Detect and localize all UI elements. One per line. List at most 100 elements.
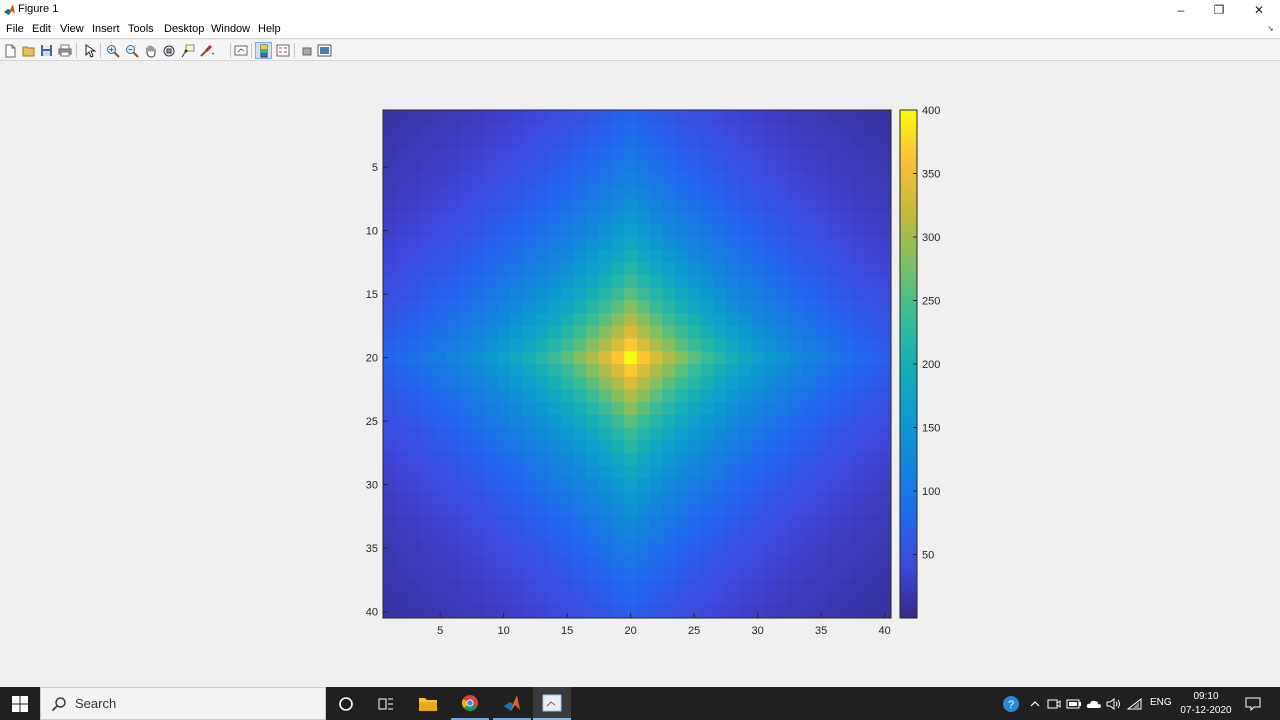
- battery-icon[interactable]: [1065, 695, 1083, 712]
- new-figure-icon[interactable]: [2, 42, 19, 59]
- menu-tools[interactable]: Tools: [128, 23, 154, 35]
- heatmap-cell: [522, 402, 536, 416]
- heatmap-chart[interactable]: 5 10 15 20 25 30 35 40 510152025303540 50100150…: [0, 62, 1280, 687]
- data-cursor-icon[interactable]: [179, 42, 196, 59]
- save-icon[interactable]: [38, 42, 55, 59]
- language-indicator[interactable]: ENG: [1150, 697, 1172, 708]
- close-button[interactable]: ✕: [1240, 0, 1278, 20]
- show-hidden-icons[interactable]: [1026, 695, 1044, 712]
- heatmap-cell: [637, 414, 651, 428]
- taskbar-clock[interactable]: 09:10 07-12-2020: [1176, 690, 1236, 718]
- onedrive-icon[interactable]: [1085, 695, 1103, 712]
- edit-plot-arrow-icon[interactable]: [81, 42, 98, 59]
- notification-center-icon[interactable]: [1244, 695, 1262, 712]
- heatmap-cell: [840, 351, 854, 365]
- heatmap-cell: [764, 605, 778, 619]
- heatmap-cell: [725, 579, 739, 593]
- link-plot-icon[interactable]: [232, 42, 249, 59]
- heatmap-cell: [624, 503, 638, 517]
- menu-insert[interactable]: Insert: [92, 23, 120, 35]
- heatmap-cell: [598, 198, 612, 212]
- heatmap-cell: [522, 427, 536, 441]
- heatmap-cell: [852, 491, 866, 505]
- heatmap-cell: [700, 376, 714, 390]
- heatmap-cell: [560, 135, 574, 149]
- heatmap-cell: [611, 338, 625, 352]
- print-icon[interactable]: [56, 42, 73, 59]
- cortana-icon[interactable]: [327, 687, 365, 720]
- heatmap-cell: [725, 160, 739, 174]
- rotate-3d-icon[interactable]: [160, 42, 177, 59]
- windows-start-button[interactable]: [0, 687, 40, 720]
- zoom-in-icon[interactable]: [104, 42, 121, 59]
- heatmap-cell: [510, 211, 524, 225]
- heatmap-cell: [675, 414, 689, 428]
- matlab-icon[interactable]: [493, 687, 531, 720]
- heatmap-cell: [421, 414, 435, 428]
- heatmap-cell: [687, 541, 701, 555]
- heatmap-cell: [738, 516, 752, 530]
- heatmap-cell: [598, 592, 612, 606]
- heatmap-cell: [687, 465, 701, 479]
- heatmap-cell: [459, 389, 473, 403]
- heatmap-cell: [852, 262, 866, 276]
- heatmap-cell: [865, 478, 879, 492]
- heatmap-cell: [510, 376, 524, 390]
- zoom-out-icon[interactable]: [123, 42, 140, 59]
- heatmap-cell: [484, 135, 498, 149]
- insert-legend-icon[interactable]: [274, 42, 291, 59]
- heatmap-cell: [573, 313, 587, 327]
- figure-toolbar: [0, 40, 1280, 61]
- brush-icon[interactable]: [198, 42, 215, 59]
- pan-hand-icon[interactable]: [142, 42, 159, 59]
- restore-button[interactable]: ❐: [1200, 0, 1238, 20]
- wifi-icon[interactable]: [1126, 695, 1144, 712]
- heatmap-cell: [687, 414, 701, 428]
- heatmap-cell: [852, 364, 866, 378]
- hide-plot-tools-icon[interactable]: [298, 42, 315, 59]
- heatmap-cell: [687, 592, 701, 606]
- heatmap-cell: [637, 440, 651, 454]
- heatmap-cell: [624, 541, 638, 555]
- heatmap-cell: [840, 402, 854, 416]
- heatmap-cell: [878, 351, 892, 365]
- menu-dock-arrow-icon[interactable]: ➘: [1267, 24, 1274, 33]
- figure-window-icon[interactable]: [533, 687, 571, 720]
- menu-desktop[interactable]: Desktop: [164, 23, 204, 35]
- menu-view[interactable]: View: [60, 23, 84, 35]
- chrome-icon[interactable]: [451, 687, 489, 720]
- heatmap-cell: [827, 211, 841, 225]
- heatmap-cell: [611, 516, 625, 530]
- title-bar[interactable]: Figure 1 – ❐ ✕: [0, 0, 1280, 20]
- heatmap-cell: [383, 364, 397, 378]
- heatmap-cell: [598, 186, 612, 200]
- minimize-button[interactable]: –: [1162, 0, 1200, 20]
- heatmap-cell: [433, 313, 447, 327]
- heatmap-cell: [713, 313, 727, 327]
- menu-help[interactable]: Help: [258, 23, 281, 35]
- help-icon[interactable]: ?: [1002, 695, 1020, 712]
- volume-icon[interactable]: [1105, 695, 1123, 712]
- heatmap-cell: [497, 427, 511, 441]
- heatmap-cell: [751, 567, 765, 581]
- heatmap-cell: [637, 122, 651, 136]
- task-view-icon[interactable]: [367, 687, 405, 720]
- open-file-icon[interactable]: [20, 42, 37, 59]
- heatmap-cell: [713, 465, 727, 479]
- colorbar[interactable]: 50100150200250300350400: [899, 105, 940, 619]
- menu-window[interactable]: Window: [211, 23, 250, 35]
- heatmap-cell: [598, 516, 612, 530]
- menu-edit[interactable]: Edit: [32, 23, 51, 35]
- heatmap-cell: [675, 325, 689, 339]
- heatmap-cell: [840, 110, 854, 124]
- insert-colorbar-icon[interactable]: [255, 42, 272, 59]
- heatmap-cell: [764, 465, 778, 479]
- meet-now-icon[interactable]: [1045, 695, 1063, 712]
- taskbar-search-box[interactable]: Search: [40, 687, 326, 720]
- heatmap-cell: [459, 567, 473, 581]
- heatmap-cell: [713, 541, 727, 555]
- menu-file[interactable]: File: [6, 23, 24, 35]
- heatmap-cell: [865, 376, 879, 390]
- show-plot-tools-icon[interactable]: [316, 42, 333, 59]
- file-explorer-icon[interactable]: [409, 687, 447, 720]
